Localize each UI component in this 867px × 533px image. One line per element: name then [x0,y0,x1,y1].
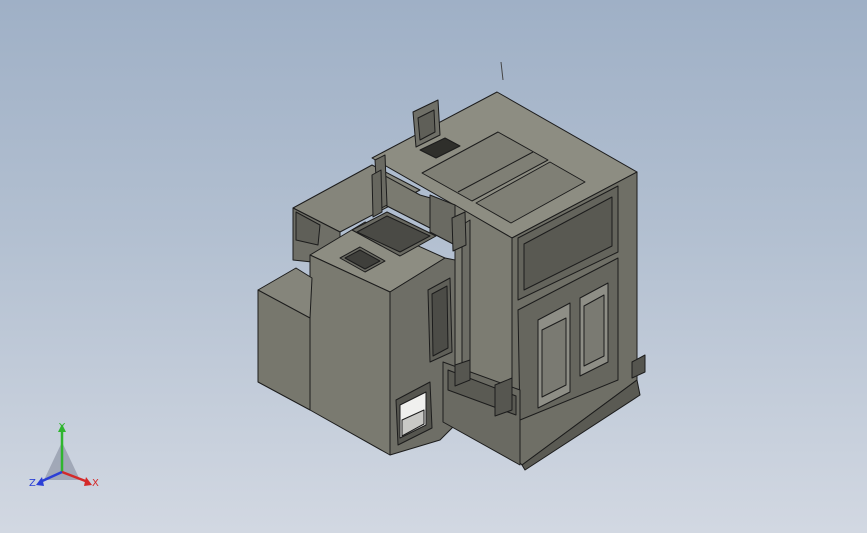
y-axis-label: Y [58,422,66,433]
x-axis-label: X [92,478,99,489]
machine-enclosure-model[interactable] [0,0,867,533]
z-axis-arrow [36,477,44,486]
x-axis-arrow [84,477,92,486]
coordinate-triad: Y X Z [29,422,99,489]
z-axis-label: Z [29,478,36,489]
3d-viewport[interactable]: Y X Z [0,0,867,533]
